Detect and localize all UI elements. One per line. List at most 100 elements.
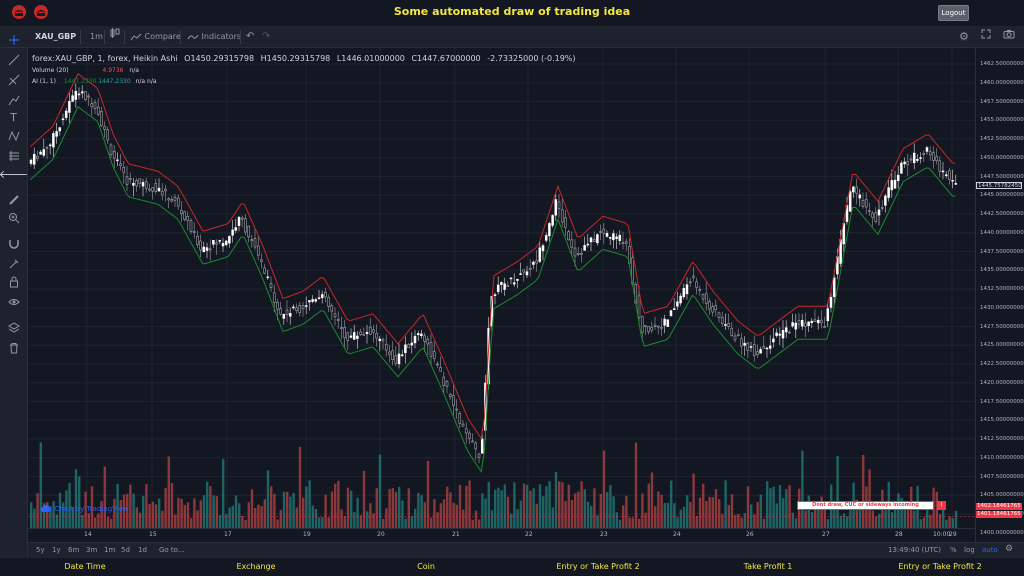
volume-bar bbox=[250, 489, 254, 528]
chart-canvas[interactable] bbox=[28, 48, 975, 528]
candle-body bbox=[740, 338, 743, 347]
volume-bar bbox=[474, 510, 478, 528]
fib-icon[interactable] bbox=[6, 72, 21, 87]
pattern-icon[interactable] bbox=[6, 128, 21, 143]
logout-button[interactable]: Logout bbox=[938, 5, 969, 21]
utc-clock[interactable]: 13:49:40 (UTC) bbox=[888, 546, 941, 554]
candle-body bbox=[650, 326, 654, 331]
candle-body bbox=[916, 159, 919, 161]
candle-body bbox=[733, 335, 737, 341]
volume-bar bbox=[756, 502, 759, 528]
fullscreen-icon[interactable] bbox=[981, 26, 991, 48]
camera-icon[interactable] bbox=[1003, 26, 1015, 48]
candle-body bbox=[410, 342, 414, 346]
range-6m[interactable]: 6m bbox=[68, 546, 79, 554]
volume-bar bbox=[167, 456, 170, 528]
volume-bar bbox=[574, 493, 577, 528]
interval-button[interactable]: 1m bbox=[90, 26, 103, 48]
price-axis[interactable]: 1462.50000000 1460.00000000 1457.50000000 1… bbox=[975, 48, 1024, 542]
series-legend: forex:XAU_GBP, 1, forex, Heikin Ashi O14… bbox=[32, 54, 580, 63]
redo-icon[interactable]: ↷ bbox=[262, 26, 270, 48]
prediction-icon[interactable] bbox=[6, 148, 21, 163]
candle-body bbox=[583, 245, 586, 251]
goto-button[interactable]: Go to... bbox=[159, 546, 185, 554]
crosshair-icon[interactable] bbox=[6, 32, 21, 47]
trash-icon[interactable] bbox=[6, 340, 21, 355]
candle-body bbox=[218, 239, 222, 242]
volume-bar bbox=[353, 511, 356, 528]
percent-toggle[interactable]: % bbox=[950, 546, 957, 554]
magnet-icon[interactable] bbox=[6, 236, 21, 251]
back-arrow-icon[interactable]: 🡐 bbox=[0, 166, 28, 181]
candle-body bbox=[202, 246, 206, 253]
toolbar-divider bbox=[240, 30, 241, 44]
symbol-search-button[interactable]: XAU_GBP bbox=[35, 26, 76, 48]
range-1m[interactable]: 1m bbox=[104, 546, 115, 554]
candle-body bbox=[925, 147, 929, 152]
candle-body bbox=[560, 209, 564, 223]
lock-icon[interactable] bbox=[6, 274, 21, 289]
zoom-in-icon[interactable] bbox=[6, 210, 21, 225]
volume-label[interactable]: Volume (20) bbox=[32, 67, 69, 74]
volume-bar bbox=[206, 481, 209, 528]
time-tick: 26 bbox=[746, 531, 754, 538]
time-axis[interactable]: 14 15 17 19 20 21 22 23 24 26 27 28 29 10:00 bbox=[28, 528, 975, 542]
volume-bar bbox=[535, 503, 538, 528]
candle-body bbox=[580, 252, 583, 255]
candle-body bbox=[621, 242, 625, 244]
candle-body bbox=[333, 313, 337, 318]
candle-body bbox=[512, 282, 516, 285]
settings-icon[interactable]: ⚙ bbox=[959, 26, 969, 48]
range-5d[interactable]: 5d bbox=[121, 546, 130, 554]
volume-bar bbox=[718, 499, 721, 528]
ruler-icon[interactable] bbox=[6, 192, 21, 207]
volume-bar bbox=[417, 492, 420, 528]
volume-bar bbox=[903, 507, 906, 528]
candle-body bbox=[141, 182, 145, 187]
volume-bar bbox=[580, 481, 583, 528]
range-1y[interactable]: 1y bbox=[52, 546, 61, 554]
trend-line-icon[interactable] bbox=[6, 52, 21, 67]
alert-icon[interactable]: ! bbox=[937, 501, 946, 510]
eye-icon[interactable] bbox=[6, 294, 21, 309]
price-tick: 1445.00000000 bbox=[980, 192, 1024, 199]
volume-bar bbox=[730, 494, 734, 528]
undo-icon[interactable]: ↶ bbox=[246, 26, 254, 48]
volume-bar bbox=[554, 471, 558, 528]
compare-button[interactable]: Compare bbox=[130, 26, 181, 48]
volume-bar bbox=[266, 470, 270, 528]
volume-bar bbox=[298, 446, 302, 528]
candle-body bbox=[346, 332, 350, 341]
volume-bar bbox=[462, 509, 465, 528]
chart-style-icon[interactable] bbox=[110, 26, 120, 48]
indicators-button[interactable]: Indicators bbox=[187, 26, 241, 48]
volume-bar bbox=[954, 510, 958, 528]
tradingview-watermark[interactable]: Chart by TradingView bbox=[40, 504, 129, 513]
range-1d[interactable]: 1d bbox=[138, 546, 147, 554]
candle-body bbox=[756, 351, 759, 355]
text-icon[interactable]: T bbox=[6, 110, 21, 125]
candle-body bbox=[266, 276, 270, 279]
legend-symbol[interactable]: forex:XAU_GBP, 1, forex, Heikin Ashi bbox=[32, 54, 178, 63]
auto-toggle[interactable]: auto bbox=[982, 546, 998, 554]
alert-banner[interactable]: Dont draw, CUC or sideways incoming bbox=[797, 501, 934, 510]
brush-icon[interactable] bbox=[6, 92, 21, 107]
footer-entry-tp2: Entry or Take Profit 2 bbox=[556, 562, 640, 571]
range-5y[interactable]: 5y bbox=[36, 546, 45, 554]
candle-body bbox=[826, 308, 830, 322]
candle-body bbox=[660, 326, 663, 329]
candle-body bbox=[794, 322, 798, 330]
ai-label[interactable]: AI (1, 1) bbox=[32, 78, 56, 85]
lock-drawing-icon[interactable] bbox=[6, 256, 21, 271]
candle-body bbox=[935, 156, 938, 162]
chart-settings-icon[interactable]: ⚙ bbox=[1005, 544, 1013, 554]
candle-body bbox=[381, 339, 385, 342]
chart-area[interactable] bbox=[28, 48, 975, 542]
range-3m[interactable]: 3m bbox=[86, 546, 97, 554]
volume-bar bbox=[478, 519, 481, 528]
layers-icon[interactable] bbox=[6, 320, 21, 335]
footer-take-profit-1: Take Profit 1 bbox=[743, 562, 793, 571]
legend-change: -2.73325000 (-0.19%) bbox=[487, 54, 576, 63]
log-toggle[interactable]: log bbox=[964, 546, 975, 554]
volume-price-tag-1: 1402.18461765 bbox=[976, 503, 1022, 510]
